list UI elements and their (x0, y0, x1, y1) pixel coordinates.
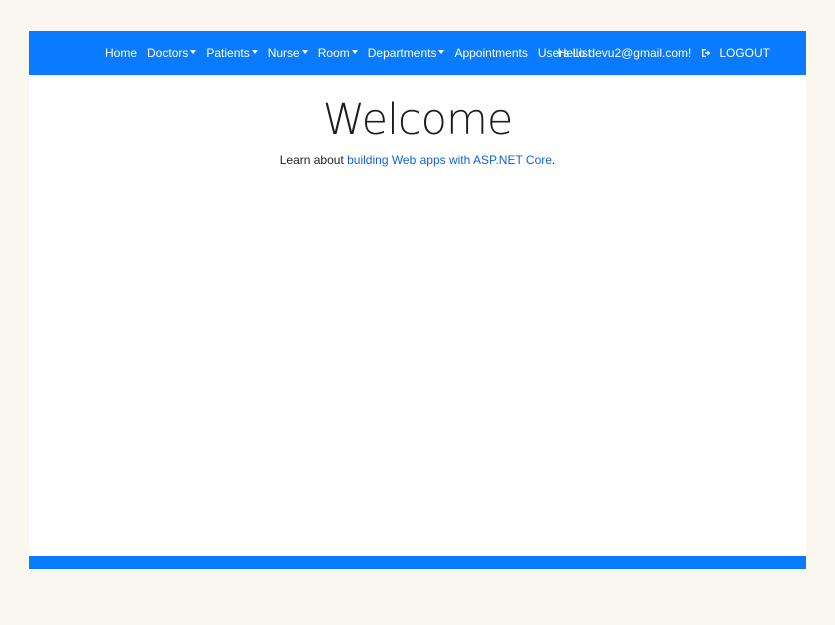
nav-item-label: Doctors (147, 46, 189, 60)
aspnet-core-link[interactable]: building Web apps with ASP.NET Core (347, 153, 552, 167)
nav-item-departments[interactable]: Departments (368, 46, 445, 60)
caret-down-icon (301, 50, 308, 54)
nav-menu: Home Doctors Patients Nurse Room Departm… (105, 31, 601, 75)
caret-down-icon (438, 50, 445, 54)
nav-item-label: Room (317, 46, 350, 60)
lead-text: Learn about building Web apps with ASP.N… (29, 153, 806, 167)
nav-item-home[interactable]: Home (105, 46, 137, 60)
caret-down-icon (190, 50, 197, 54)
nav-item-doctors[interactable]: Doctors (147, 46, 197, 60)
lead-suffix: . (551, 153, 556, 167)
nav-item-appointments[interactable]: Appointments (454, 46, 527, 60)
logout-label: LOGOUT (719, 46, 770, 60)
logout-button[interactable]: LOGOUT (701, 46, 770, 60)
main-content: Welcome Learn about building Web apps wi… (29, 75, 806, 167)
nav-item-room[interactable]: Room (318, 46, 358, 60)
footer-bar (29, 556, 806, 569)
app-frame: Home Doctors Patients Nurse Room Departm… (29, 31, 806, 569)
nav-item-nurse[interactable]: Nurse (268, 46, 308, 60)
nav-item-label: Appointments (454, 46, 528, 60)
nav-item-label: Home (105, 46, 138, 60)
lead-prefix: Learn about (279, 153, 348, 167)
user-greeting[interactable]: Hello devu2@gmail.com! (558, 46, 692, 60)
caret-down-icon (351, 50, 358, 54)
sign-out-icon (702, 49, 711, 57)
nav-item-label: Departments (367, 46, 437, 60)
page-title: Welcome (322, 95, 514, 145)
user-area: Hello devu2@gmail.com! LOGOUT (558, 31, 770, 75)
nav-item-patients[interactable]: Patients (206, 46, 258, 60)
top-navbar: Home Doctors Patients Nurse Room Departm… (29, 31, 806, 75)
caret-down-icon (251, 50, 258, 54)
nav-item-label: Nurse (267, 46, 300, 60)
nav-item-label: Patients (206, 46, 250, 60)
